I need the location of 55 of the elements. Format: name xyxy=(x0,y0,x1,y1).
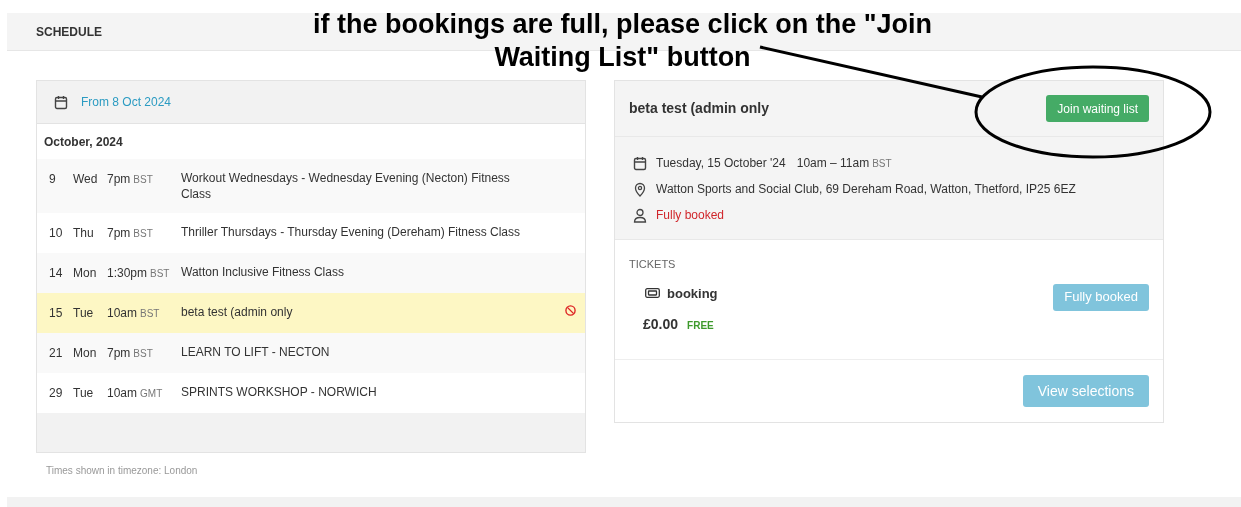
event-time: 10am xyxy=(107,385,138,402)
event-date: Tuesday, 15 October '24 xyxy=(656,155,786,172)
event-row[interactable]: 29 Tue 10am GMT SPRINTS WORKSHOP - NORWICH xyxy=(37,373,585,413)
event-time: 7pm xyxy=(107,345,131,362)
event-row[interactable]: 9 Wed 7pm BST Workout Wednesdays - Wednesday Evening (Necton) Fitness Class xyxy=(37,159,585,213)
event-timezone: BST xyxy=(133,347,153,361)
event-row[interactable]: 14 Mon 1:30pm BST Watton Inclusive Fitness Class xyxy=(37,253,585,293)
annotation-text: if the bookings are full, please click on the "Join Waiting List" button xyxy=(312,8,933,74)
event-title: beta test (admin only xyxy=(181,304,294,320)
timezone-note: Times shown in timezone: London xyxy=(45,464,199,478)
event-day: 10 xyxy=(49,224,73,242)
event-weekday: Mon xyxy=(73,265,98,282)
calendar-icon xyxy=(633,155,647,171)
ticket-name: booking xyxy=(667,284,718,303)
event-timezone: BST xyxy=(150,267,170,281)
event-day: 29 xyxy=(49,384,73,402)
event-day: 9 xyxy=(49,170,73,188)
event-title: SPRINTS WORKSHOP - NORWICH xyxy=(181,384,378,400)
event-weekday: Mon xyxy=(73,345,98,362)
page-title: SCHEDULE xyxy=(36,23,102,41)
event-row[interactable]: 15 Tue 10am BST beta test (admin only xyxy=(37,293,585,333)
event-venue: Watton Sports and Social Club, 69 Dereham Road, Watton, Thetford, IP25 6EZ xyxy=(656,181,1076,198)
event-day: 14 xyxy=(49,264,73,282)
event-time: 10am – 11am xyxy=(796,155,870,172)
event-timezone: GMT xyxy=(140,387,163,401)
event-timezone: BST xyxy=(872,157,892,171)
event-title: Watton Inclusive Fitness Class xyxy=(181,264,345,280)
person-icon xyxy=(633,207,647,223)
event-day: 21 xyxy=(49,344,73,362)
event-title: Workout Wednesdays - Wednesday Evening (Necton) Fitness Class xyxy=(181,170,511,202)
event-title: LEARN TO LIFT - NECTON xyxy=(181,344,331,360)
free-label: FREE xyxy=(687,319,714,333)
event-time: 10am xyxy=(107,305,138,322)
event-weekday: Wed xyxy=(73,171,99,188)
event-weekday: Tue xyxy=(73,385,95,402)
event-weekday: Tue xyxy=(73,305,95,322)
tickets-heading: TICKETS xyxy=(629,257,677,272)
event-row[interactable]: 21 Mon 7pm BST LEARN TO LIFT - NECTON xyxy=(37,333,585,373)
event-timezone: BST xyxy=(133,173,153,187)
event-time: 7pm xyxy=(107,225,131,242)
event-title: beta test (admin only xyxy=(629,99,770,118)
event-weekday: Thu xyxy=(73,225,95,242)
event-time: 1:30pm xyxy=(107,265,148,282)
event-day: 15 xyxy=(49,304,73,322)
event-row[interactable]: 10 Thu 7pm BST Thriller Thursdays - Thursday Evening (Dereham) Fitness Class xyxy=(37,213,585,253)
event-timezone: BST xyxy=(133,227,153,241)
ticket-icon xyxy=(645,288,660,299)
month-heading: October, 2024 xyxy=(44,133,123,151)
event-title: Thriller Thursdays - Thursday Evening (Dereham) Fitness Class xyxy=(181,224,521,240)
event-time: 7pm xyxy=(107,171,131,188)
event-timezone: BST xyxy=(140,307,160,321)
availability-status: Fully booked xyxy=(656,207,725,224)
calendar-icon xyxy=(54,94,68,110)
location-pin-icon xyxy=(633,181,647,197)
ticket-price: £0.00 xyxy=(643,315,679,334)
